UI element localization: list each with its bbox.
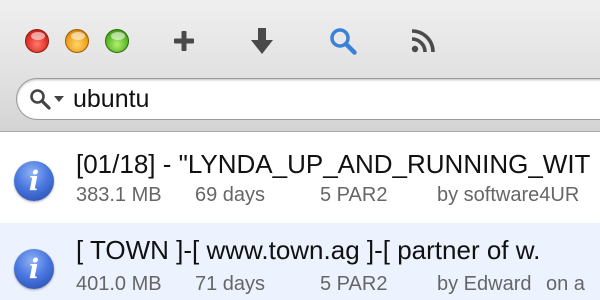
result-title: [01/18] - "LYNDA_UP_AND_RUNNING_WIT [76,149,591,179]
result-poster: by Edward [437,273,532,295]
search-field[interactable] [16,78,600,120]
toolbar [0,0,600,132]
zoom-window-button[interactable] [105,29,129,53]
result-poster: by software4UR [437,184,580,206]
search-menu-chevron-down-icon[interactable] [54,96,64,102]
minimize-window-button[interactable] [65,29,89,53]
info-icon[interactable]: i [14,249,54,289]
download-arrow-icon [251,28,273,54]
result-group: on a [546,273,585,295]
rss-icon [411,29,435,53]
add-button[interactable] [164,22,204,60]
result-age: 71 days [195,273,266,295]
search-input[interactable] [73,83,593,115]
info-icon[interactable]: i [14,161,54,201]
result-title: [ TOWN ]-[ www.town.ag ]-[ partner of w. [76,235,541,265]
result-age: 69 days [195,184,266,206]
results-list: i [01/18] - "LYNDA_UP_AND_RUNNING_WIT 38… [0,133,600,300]
result-size: 383.1 MB [76,184,162,206]
close-window-button[interactable] [25,29,49,53]
feeds-button[interactable] [403,22,443,60]
result-par2: 5 PAR2 [320,273,388,295]
result-size: 401.0 MB [76,273,162,295]
download-button[interactable] [242,22,282,60]
search-icon [330,28,357,55]
list-item[interactable]: i [01/18] - "LYNDA_UP_AND_RUNNING_WIT 38… [0,133,600,219]
list-item[interactable]: i [ TOWN ]-[ www.town.ag ]-[ partner of … [0,223,600,300]
plus-icon [174,31,194,51]
search-icon[interactable] [29,88,51,110]
result-par2: 5 PAR2 [320,184,388,206]
search-tab-button[interactable] [323,22,363,60]
